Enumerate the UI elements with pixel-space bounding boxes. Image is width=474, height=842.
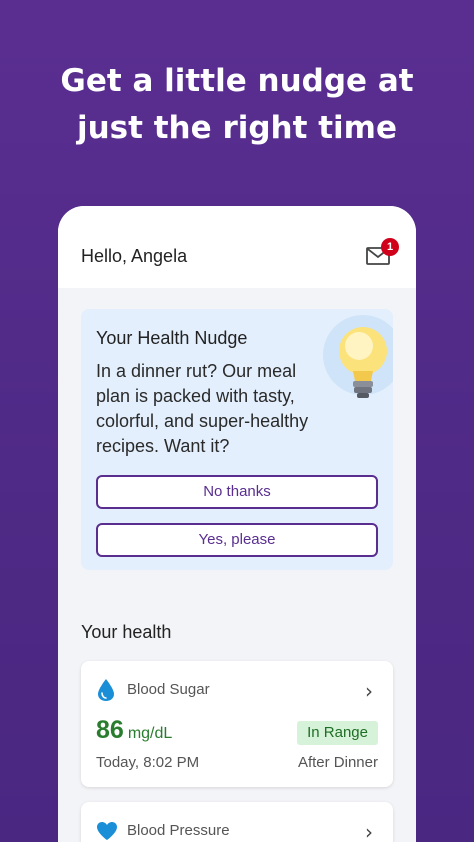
in-range-badge: In Range [297, 721, 378, 745]
blood-pressure-card[interactable]: Blood Pressure › [81, 802, 393, 842]
drop-icon [98, 679, 114, 701]
blood-sugar-unit: mg/dL [127, 725, 173, 742]
greeting: Hello, Angela [81, 246, 188, 266]
your-health-heading: Your health [81, 622, 172, 642]
blood-sugar-reading: 86 mg/dL [96, 716, 172, 745]
no-thanks-button[interactable]: No thanks [96, 475, 378, 509]
promo-headline-line2: just the right time [76, 110, 398, 146]
chevron-right-icon[interactable]: › [365, 679, 373, 703]
app-header: Hello, Angela 1 [58, 206, 416, 288]
phone-screen: Hello, Angela 1 Your Health Nudge In a d… [58, 206, 416, 842]
promo-headline-line1: Get a little nudge at [60, 63, 414, 99]
yes-please-button[interactable]: Yes, please [96, 523, 378, 557]
health-nudge-card: Your Health Nudge In a dinner rut? Our m… [81, 309, 393, 570]
heart-icon [97, 822, 117, 840]
chevron-right-icon[interactable]: › [365, 820, 373, 842]
blood-sugar-value: 86 [96, 716, 124, 744]
mail-badge: 1 [381, 238, 399, 256]
reading-timestamp: Today, 8:02 PM [96, 754, 200, 771]
promo-headline: Get a little nudge at just the right tim… [0, 58, 474, 152]
blood-sugar-label: Blood Sugar [127, 681, 210, 698]
nudge-title: Your Health Nudge [96, 328, 248, 348]
reading-context: After Dinner [297, 754, 378, 771]
lightbulb-icon [323, 315, 393, 398]
blood-sugar-card[interactable]: Blood Sugar › 86 mg/dL In Range Today, 8:… [81, 661, 393, 787]
nudge-message: In a dinner rut? Our meal plan is packed… [96, 361, 309, 456]
blood-pressure-label: Blood Pressure [127, 822, 230, 839]
